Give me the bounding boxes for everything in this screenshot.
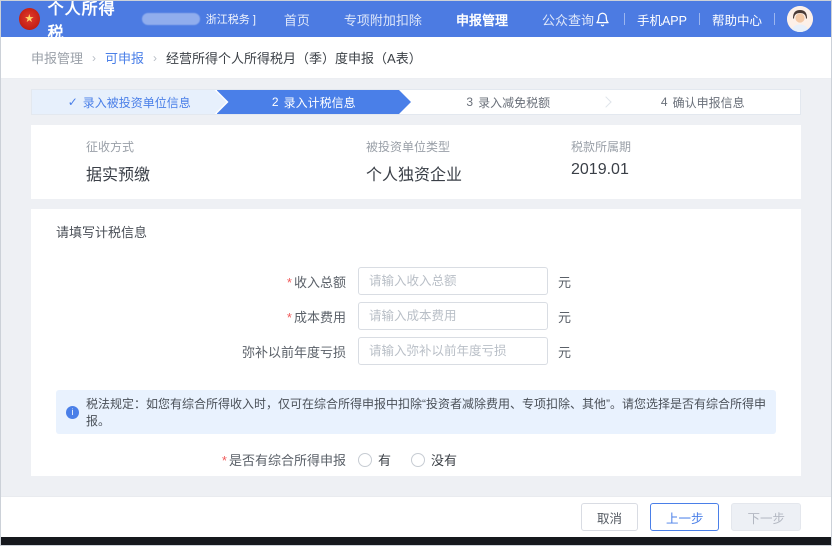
step-3-number: 3 xyxy=(466,95,473,109)
summary-value: 个人独资企业 xyxy=(366,161,571,185)
step-2-label: 录入计税信息 xyxy=(284,94,356,111)
breadcrumb: 申报管理 › 可申报 › 经营所得个人所得税月（季）度申报（A表） xyxy=(1,37,831,79)
step-4-confirm-declaration: 4 确认申报信息 xyxy=(606,90,801,114)
summary-label: 被投资单位类型 xyxy=(366,138,571,155)
field-label: *成本费用 xyxy=(31,307,358,326)
radio-option-no[interactable]: 没有 xyxy=(411,450,457,469)
bottom-dark-strip xyxy=(1,537,831,545)
summary-collection-method: 征收方式 据实预缴 xyxy=(86,138,366,185)
breadcrumb-separator: › xyxy=(92,51,96,65)
unit-label: 元 xyxy=(558,307,571,326)
summary-label: 税款所属期 xyxy=(571,138,631,155)
cancel-button[interactable]: 取消 xyxy=(581,503,638,531)
declaration-summary-card: 征收方式 据实预缴 被投资单位类型 个人独资企业 税款所属期 2019.01 xyxy=(31,125,801,199)
header-divider xyxy=(774,13,775,25)
brand: ★ 个人所得税 浙江税务 ] xyxy=(19,0,256,43)
main-nav: 首页 专项附加扣除 申报管理 公众查询 xyxy=(284,10,594,29)
help-center-link[interactable]: 帮助中心 xyxy=(712,10,762,29)
step-2-tax-calc-info: 2 录入计税信息 xyxy=(217,90,412,114)
required-mark: * xyxy=(222,453,227,468)
step-wizard: ✓ 录入被投资单位信息 2 录入计税信息 3 录入减免税额 4 确认申报信息 xyxy=(31,89,801,115)
user-avatar[interactable] xyxy=(787,6,813,32)
header-divider xyxy=(699,13,700,25)
prior-year-loss-input[interactable] xyxy=(358,337,548,365)
summary-value: 据实预缴 xyxy=(86,161,366,185)
radio-circle-icon[interactable] xyxy=(358,453,372,467)
national-emblem-logo: ★ xyxy=(19,8,40,30)
step-1-check-icon: ✓ xyxy=(68,95,78,109)
nav-item-special-deductions[interactable]: 专项附加扣除 xyxy=(344,10,422,29)
radio-circle-icon[interactable] xyxy=(411,453,425,467)
step-1-label: 录入被投资单位信息 xyxy=(83,94,191,111)
form-row-prior-year-loss: 弥补以前年度亏损 元 xyxy=(31,337,801,365)
step-1-investee-info: ✓ 录入被投资单位信息 xyxy=(32,90,227,114)
field-label: *收入总额 xyxy=(31,272,358,291)
org-suffix-label: 浙江税务 ] xyxy=(206,11,256,27)
form-row-cost-expense: *成本费用 元 xyxy=(31,302,801,330)
tax-calc-form-card: 请填写计税信息 *收入总额 元 *成本费用 元 弥补以前年度亏损 元 xyxy=(31,209,801,476)
required-mark: * xyxy=(287,275,292,290)
radio-label: 有 xyxy=(378,450,391,469)
radio-label: 没有 xyxy=(431,450,457,469)
summary-value: 2019.01 xyxy=(571,161,631,179)
radio-option-yes[interactable]: 有 xyxy=(358,450,391,469)
form-row-total-income: *收入总额 元 xyxy=(31,267,801,295)
mobile-app-link[interactable]: 手机APP xyxy=(637,10,687,29)
field-label: *是否有综合所得申报 xyxy=(31,450,358,469)
comprehensive-income-radio-row: *是否有综合所得申报 有 没有 xyxy=(31,450,801,469)
header-divider xyxy=(624,13,625,25)
app-title: 个人所得税 xyxy=(48,0,128,43)
breadcrumb-declarable[interactable]: 可申报 xyxy=(105,48,144,67)
info-icon: i xyxy=(66,406,79,419)
form-section-title: 请填写计税信息 xyxy=(56,222,801,241)
breadcrumb-current-page: 经营所得个人所得税月（季）度申报（A表） xyxy=(166,48,422,67)
notification-bell-icon[interactable] xyxy=(594,10,612,28)
field-label: 弥补以前年度亏损 xyxy=(31,342,358,361)
main-content: ✓ 录入被投资单位信息 2 录入计税信息 3 录入减免税额 4 确认申报信息 征… xyxy=(1,79,831,476)
previous-step-button[interactable]: 上一步 xyxy=(650,503,720,531)
app-window: ★ 个人所得税 浙江税务 ] 首页 专项附加扣除 申报管理 公众查询 手机APP… xyxy=(0,0,832,546)
breadcrumb-declaration-management[interactable]: 申报管理 xyxy=(31,48,83,67)
next-step-button[interactable]: 下一步 xyxy=(731,503,801,531)
cost-expense-input[interactable] xyxy=(358,302,548,330)
unit-label: 元 xyxy=(558,272,571,291)
required-mark: * xyxy=(287,310,292,325)
nav-item-declaration-management[interactable]: 申报管理 xyxy=(456,10,508,29)
tax-law-notice-banner: i 税法规定：如您有综合所得收入时，仅可在综合所得申报中扣除“投资者减除费用、专… xyxy=(56,390,776,434)
footer-action-bar: 取消 上一步 下一步 xyxy=(1,497,831,537)
header-right: 手机APP 帮助中心 xyxy=(594,6,813,32)
step-3-label: 录入减免税额 xyxy=(478,94,550,111)
nav-item-public-query[interactable]: 公众查询 xyxy=(542,10,594,29)
nav-item-home[interactable]: 首页 xyxy=(284,10,310,29)
summary-tax-period: 税款所属期 2019.01 xyxy=(571,138,631,185)
form-rows: *收入总额 元 *成本费用 元 弥补以前年度亏损 元 xyxy=(31,267,801,365)
summary-investee-type: 被投资单位类型 个人独资企业 xyxy=(366,138,571,185)
notice-text: 税法规定：如您有综合所得收入时，仅可在综合所得申报中扣除“投资者减除费用、专项扣… xyxy=(86,395,766,429)
step-2-number: 2 xyxy=(272,95,279,109)
top-header: ★ 个人所得税 浙江税务 ] 首页 专项附加扣除 申报管理 公众查询 手机APP… xyxy=(1,1,831,37)
unit-label: 元 xyxy=(558,342,571,361)
summary-label: 征收方式 xyxy=(86,138,366,155)
step-4-number: 4 xyxy=(661,95,668,109)
redacted-text xyxy=(142,13,200,25)
breadcrumb-separator: › xyxy=(153,51,157,65)
step-4-label: 确认申报信息 xyxy=(673,94,745,111)
step-3-tax-reduction: 3 录入减免税额 xyxy=(411,90,606,114)
total-income-input[interactable] xyxy=(358,267,548,295)
